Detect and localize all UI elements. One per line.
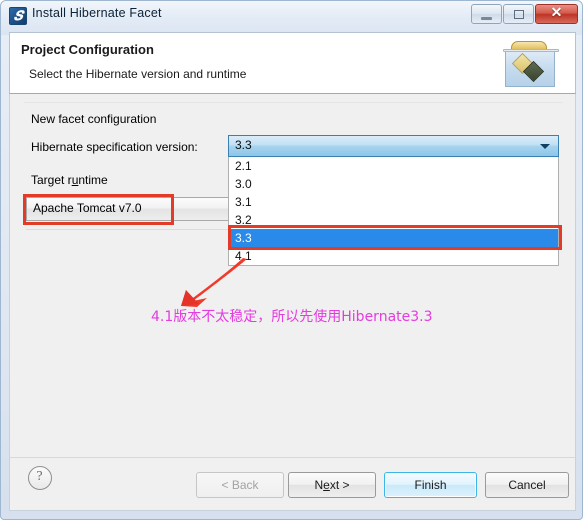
spec-version-label: Hibernate specification version: (31, 140, 198, 154)
hibernate-icon: 𝑺 (9, 7, 27, 25)
annotation-note-text: 4.1版本不太稳定，所以先使用Hibernate3.3 (151, 309, 433, 325)
page-title: Project Configuration (21, 42, 154, 57)
dropdown-option-3.2[interactable]: 3.2 (229, 211, 558, 229)
target-runtime-label-suffix: ntime (78, 173, 108, 187)
spec-version-dropdown-list[interactable]: 2.1 3.0 3.1 3.2 3.3 4.1 (228, 157, 559, 266)
finish-button[interactable]: Finish (384, 472, 477, 498)
dialog-button-bar: ? < Back Next > Finish Cancel (9, 457, 576, 511)
dropdown-option-3.3[interactable]: 3.3 (229, 229, 558, 247)
banner-icon-bar (503, 49, 559, 52)
target-runtime-label: Target runtime (31, 173, 108, 187)
spec-version-combobox[interactable]: 3.3 (228, 135, 559, 157)
hibernate-icon-glyph: 𝑺 (13, 8, 23, 23)
minimize-icon (481, 17, 492, 20)
hibernate-banner-icon (501, 39, 561, 91)
dropdown-option-3.0[interactable]: 3.0 (229, 175, 558, 193)
help-icon[interactable]: ? (28, 466, 52, 490)
new-facet-configuration-label: New facet configuration (31, 112, 157, 126)
close-button[interactable]: ✕ (535, 4, 578, 24)
window-title: Install Hibernate Facet (32, 6, 162, 20)
next-button-suffix: xt > (329, 478, 350, 492)
maximize-button[interactable] (503, 4, 534, 24)
cancel-button[interactable]: Cancel (485, 472, 569, 498)
dropdown-option-2.1[interactable]: 2.1 (229, 157, 558, 175)
title-ghost-artifact (161, 9, 164, 21)
install-hibernate-facet-dialog: 𝑺 Install Hibernate Facet ✕ Project Conf… (0, 0, 583, 520)
chevron-down-icon (540, 144, 550, 149)
content-divider (24, 102, 563, 103)
next-button[interactable]: Next > (288, 472, 376, 498)
spec-version-value: 3.3 (235, 138, 252, 152)
dialog-banner: Project Configuration Select the Hiberna… (9, 32, 576, 94)
close-icon: ✕ (550, 6, 563, 21)
dropdown-option-3.1[interactable]: 3.1 (229, 193, 558, 211)
page-subtitle: Select the Hibernate version and runtime (29, 67, 247, 81)
dropdown-option-4.1[interactable]: 4.1 (229, 247, 558, 265)
back-button[interactable]: < Back (196, 472, 284, 498)
red-arrow-icon (177, 257, 251, 309)
help-icon-glyph: ? (36, 469, 43, 484)
next-button-mnemonic: e (323, 478, 330, 492)
next-button-prefix: N (314, 478, 324, 492)
maximize-icon (514, 10, 524, 19)
minimize-button[interactable] (471, 4, 502, 24)
target-runtime-value: Apache Tomcat v7.0 (33, 201, 142, 215)
window-title-bar[interactable]: 𝑺 Install Hibernate Facet ✕ (1, 1, 582, 31)
target-runtime-label-prefix: Target r (31, 173, 72, 187)
